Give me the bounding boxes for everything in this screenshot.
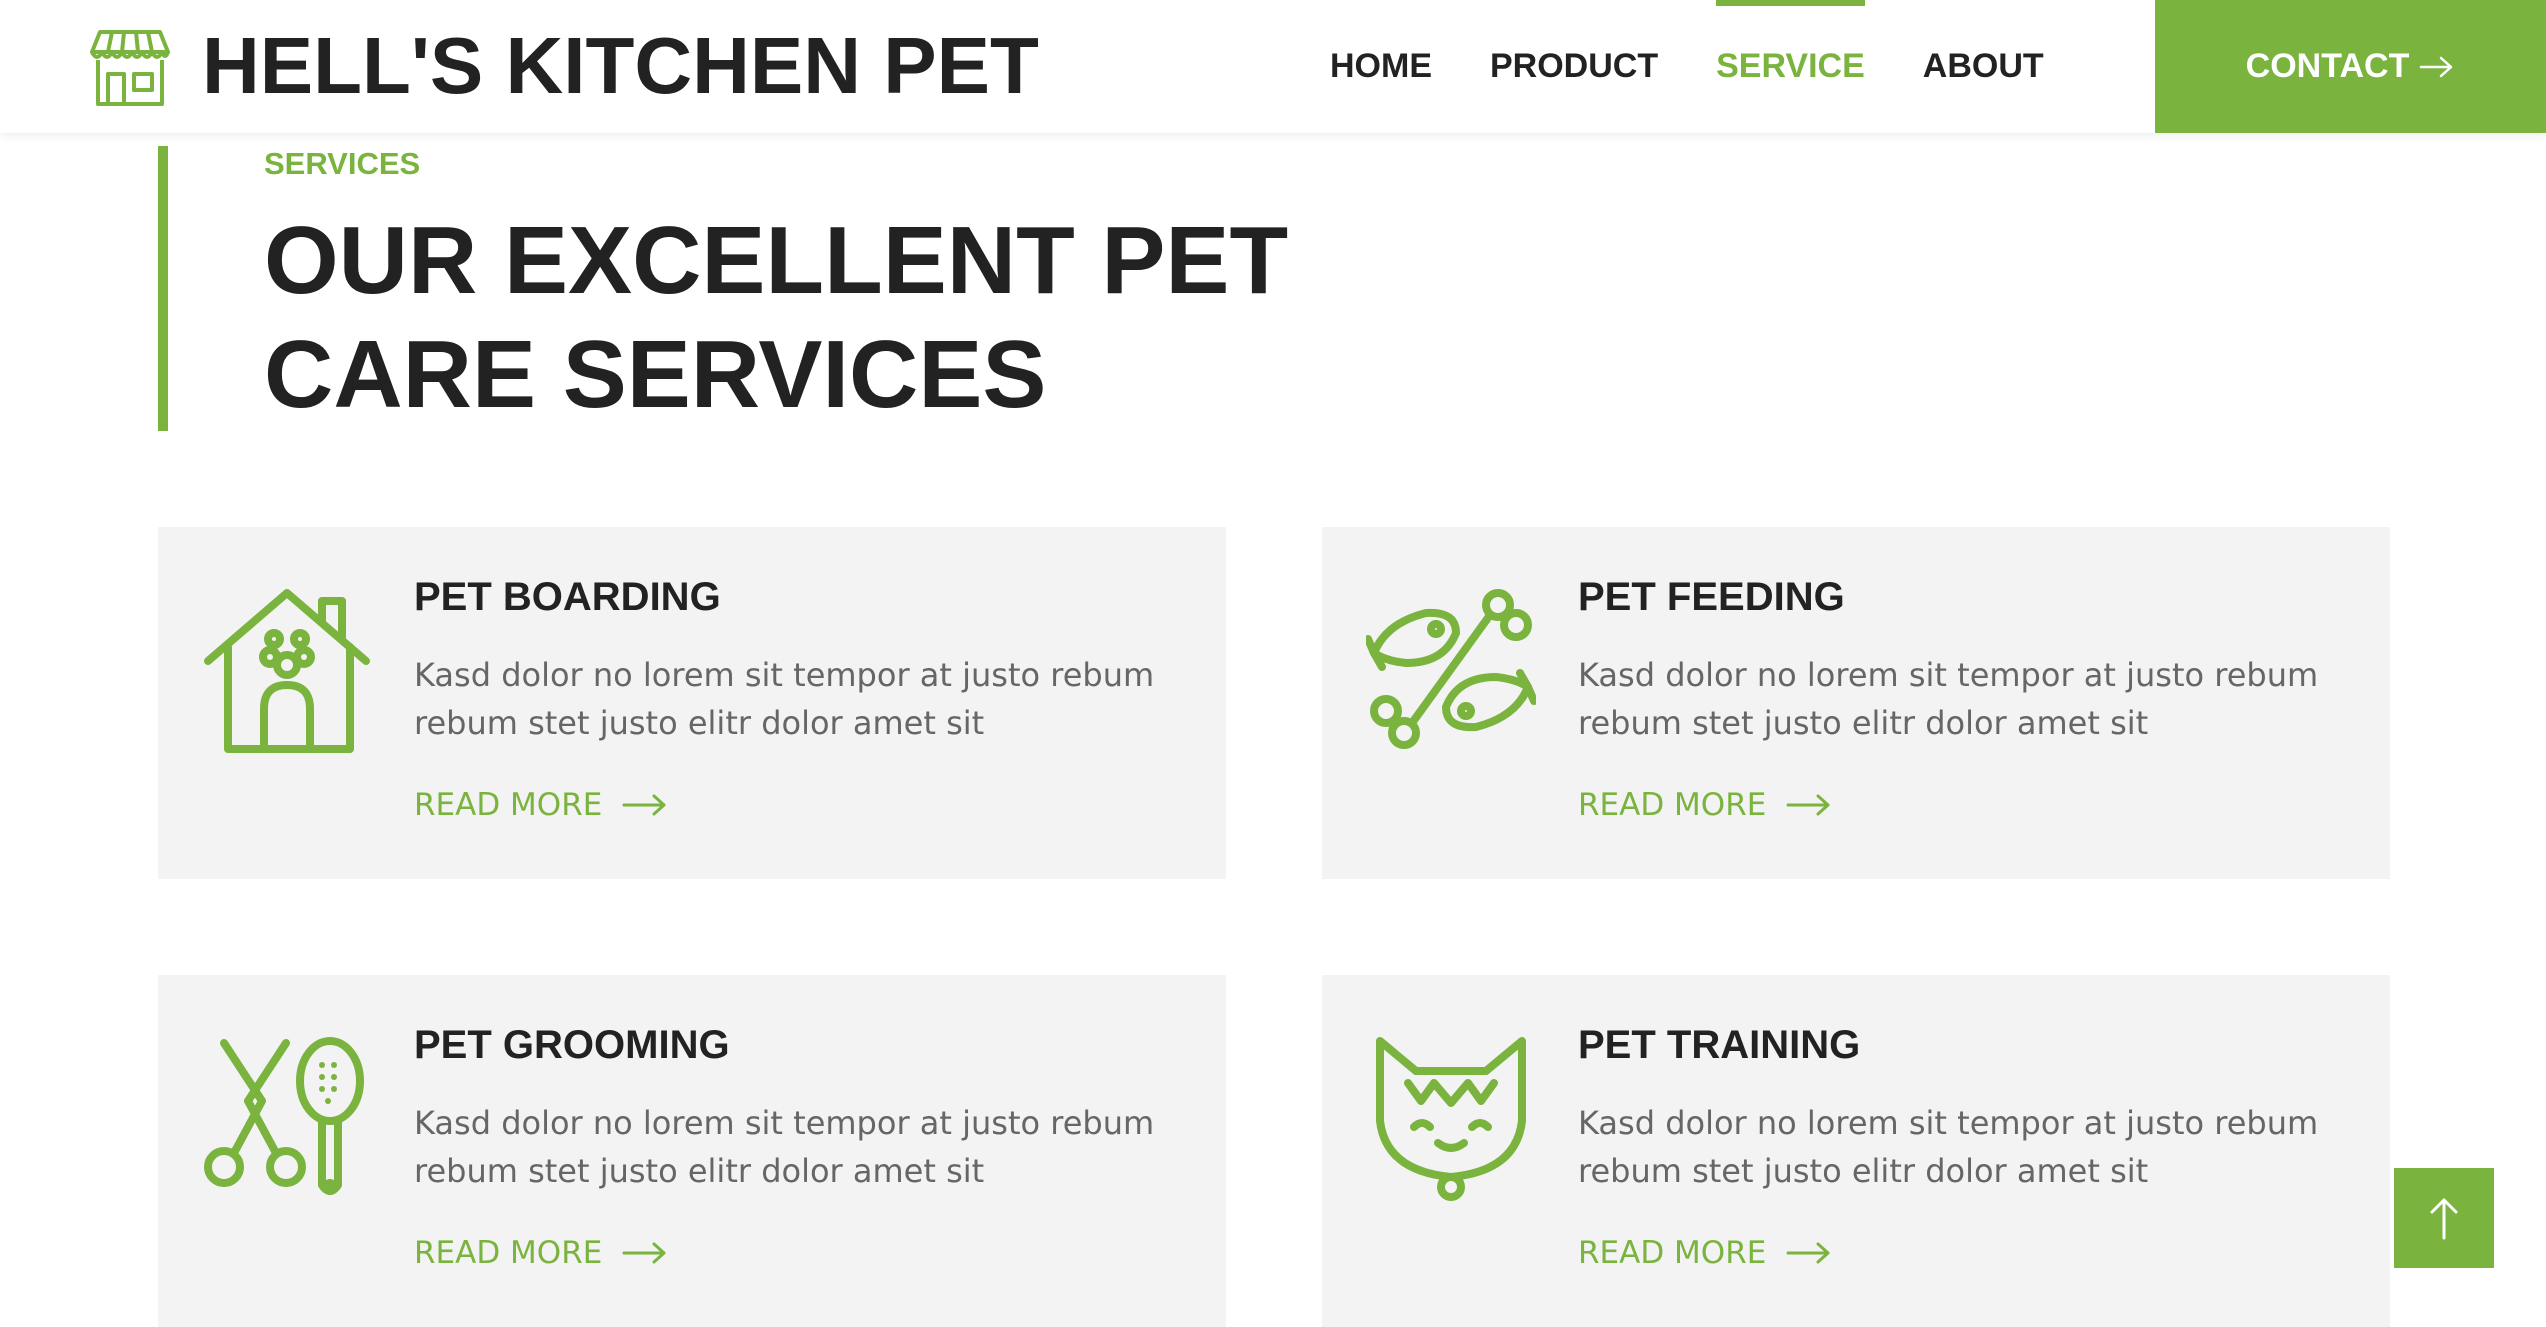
service-card-training: PET TRAINING Kasd dolor no lorem sit tem… <box>1322 975 2390 1327</box>
brand-title: HELL'S KITCHEN PET <box>202 21 1039 110</box>
card-text: Kasd dolor no lorem sit tempor at justo … <box>1578 656 2319 742</box>
service-card-boarding: PET BOARDING Kasd dolor no lorem sit tem… <box>158 527 1226 879</box>
cat-face-icon <box>1376 1037 1526 1201</box>
nav-home[interactable]: HOME <box>1330 0 1432 133</box>
contact-button[interactable]: CONTACT <box>2155 0 2546 133</box>
arrow-right-icon <box>1786 794 1830 816</box>
contact-label: CONTACT <box>2245 47 2410 85</box>
section-heading: SERVICES OUR EXCELLENT PET CARE SERVICES <box>158 146 1288 431</box>
brand[interactable]: HELL'S KITCHEN PET <box>88 20 1039 112</box>
nav-product[interactable]: PRODUCT <box>1490 0 1658 133</box>
read-more-link[interactable]: READ MORE <box>414 787 668 823</box>
read-more-link[interactable]: READ MORE <box>1578 787 1832 823</box>
nav-about[interactable]: ABOUT <box>1923 0 2044 133</box>
read-more-label: READ MORE <box>1578 1235 1767 1271</box>
read-more-link[interactable]: READ MORE <box>414 1235 668 1271</box>
section-eyebrow: SERVICES <box>264 146 421 181</box>
arrow-right-icon <box>2420 56 2453 77</box>
read-more-label: READ MORE <box>1578 787 1767 823</box>
card-title: PET TRAINING <box>1578 1023 1861 1067</box>
read-more-link[interactable]: READ MORE <box>1578 1235 1832 1271</box>
service-card-feeding: PET FEEDING Kasd dolor no lorem sit temp… <box>1322 527 2390 879</box>
dog-house-icon <box>204 589 370 753</box>
service-card-grooming: PET GROOMING Kasd dolor no lorem sit tem… <box>158 975 1226 1327</box>
read-more-label: READ MORE <box>414 787 603 823</box>
arrow-right-icon <box>1786 1242 1830 1264</box>
card-title: PET FEEDING <box>1578 575 1845 619</box>
scissors-and-brush-icon <box>204 1037 364 1195</box>
card-title: PET BOARDING <box>414 575 721 619</box>
arrow-right-icon <box>622 794 666 816</box>
arrow-up-icon <box>2430 1198 2458 1240</box>
arrow-right-icon <box>622 1242 666 1264</box>
main-nav: HOME PRODUCT SERVICE ABOUT <box>1330 0 2102 133</box>
storefront-icon <box>90 30 170 106</box>
card-text: Kasd dolor no lorem sit tempor at justo … <box>414 656 1155 742</box>
site-header: HELL'S KITCHEN PET HOME PRODUCT SERVICE … <box>0 0 2546 133</box>
card-text: Kasd dolor no lorem sit tempor at justo … <box>1578 1104 2319 1190</box>
read-more-label: READ MORE <box>414 1235 603 1271</box>
back-to-top-button[interactable] <box>2394 1168 2494 1268</box>
section-title: OUR EXCELLENT PET CARE SERVICES <box>264 207 1289 428</box>
card-title: PET GROOMING <box>414 1023 730 1067</box>
nav-service[interactable]: SERVICE <box>1716 0 1865 133</box>
card-text: Kasd dolor no lorem sit tempor at justo … <box>414 1104 1155 1190</box>
fish-and-bone-icon <box>1366 589 1536 749</box>
